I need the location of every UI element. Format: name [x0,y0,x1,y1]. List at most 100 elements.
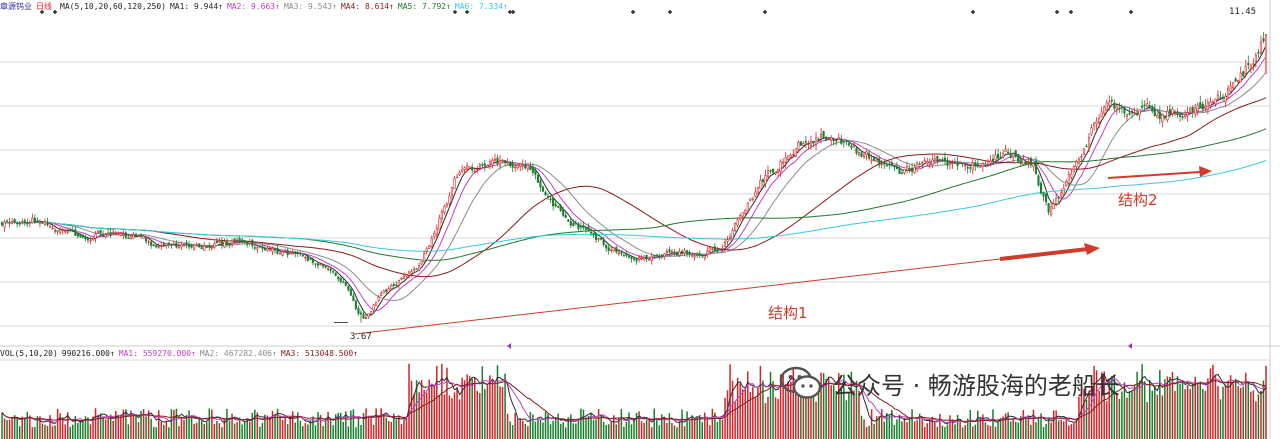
candle-body [198,243,201,248]
volume-bar [1,412,3,439]
candle-body [41,222,44,224]
candle-body [509,161,512,167]
candle-body [592,232,595,236]
volume-bar [815,401,817,439]
candle-body [122,233,125,236]
candle-body [931,159,934,166]
candle [334,272,337,277]
candle-body [13,219,16,223]
candle-body [734,222,737,231]
price-header: 章源钨业 日线 MA(5,10,20,60,120,250) MA1: 9.944↑ M… [0,0,512,13]
candle-body [1110,99,1113,102]
candle [157,243,160,250]
candle [900,169,904,175]
volume-bar [961,427,964,439]
candle-body [552,197,555,207]
candle [928,158,931,169]
candle-body [862,153,866,158]
volume-bar [764,403,767,439]
volume-bar [1143,381,1146,439]
volume-bar [213,423,216,439]
candle-body [911,167,914,172]
volume-bar [1085,399,1088,439]
event-markers [40,10,1133,349]
candle-body [3,221,6,228]
candle-body [506,162,509,165]
volume-bar [1052,410,1055,439]
candle [392,282,395,289]
candle-body [632,258,636,260]
volume-bar [529,411,532,439]
volume-bar [302,426,304,439]
candle-body [1125,114,1129,117]
candle-body [605,244,608,249]
period-label[interactable]: 日线 [36,2,52,11]
candle-body [276,247,279,254]
volume-bar [994,426,997,439]
candle-body [721,248,724,250]
volume-bar [178,425,180,439]
candle-body [956,161,959,166]
candle-body [372,304,375,311]
candle-body [218,241,221,243]
candle-body [284,251,287,253]
volume-bar [971,426,974,439]
structure1-arrow-shaft [999,247,1089,261]
volume-bar [380,408,382,439]
volume-bar [580,408,582,439]
ma120-line [1,128,1267,261]
candle-body [587,226,590,231]
candle-body [1156,114,1159,119]
candle-body [1229,85,1232,92]
candle-body [38,221,41,224]
candle-body [1232,82,1235,89]
volume-bar [883,421,886,439]
volume-bar [403,419,405,439]
volume-bar [592,419,595,439]
stock-name[interactable]: 章源钨业 [0,2,32,11]
candle [107,228,110,235]
candle [352,292,355,302]
candle-body [933,158,936,162]
volume-bar [934,422,936,439]
candle [1123,106,1126,118]
candle-body [236,239,239,242]
candle-body [708,247,711,252]
volume-bar [137,422,140,439]
candle-body [377,296,380,301]
candle [615,245,618,254]
candle-body [1055,197,1058,205]
candle [1216,90,1220,101]
volume-bar [671,423,673,439]
candle [595,232,598,244]
candle [248,238,251,246]
candle-body [675,252,679,256]
volume-bar [655,419,658,439]
volume-bar [77,422,79,439]
candle-body [627,255,631,258]
candle [1229,80,1232,94]
volume-bar [1176,376,1179,439]
volume-bar [329,419,332,439]
candle-body [539,180,542,188]
candle-body [607,247,610,251]
volume-bar [1065,417,1068,439]
candle [1158,106,1161,124]
candle-body [1242,71,1245,77]
volume-bar [620,408,623,439]
candle-body [546,195,550,198]
volume-bar [46,425,49,439]
candle-body [352,295,355,301]
candle-body [162,243,165,246]
candle-body [180,244,183,248]
candle-body [1082,148,1086,156]
candle-body [1062,188,1065,195]
candle [71,226,74,233]
candle-body [1249,65,1252,69]
candle [890,160,893,167]
candle-body [1103,106,1106,114]
candle-body [847,143,850,146]
candle-body [1115,105,1118,110]
volume-bar [367,416,370,439]
ma10-line [1,56,1267,312]
